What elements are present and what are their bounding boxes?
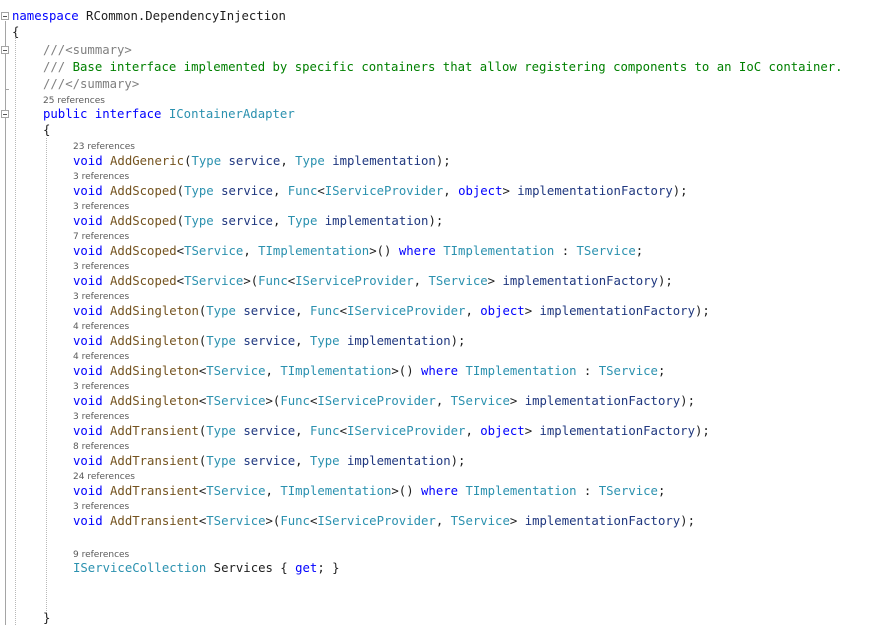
- method-signature: <TService>(Func<IServiceProvider, TServi…: [198, 514, 695, 528]
- return-type: void: [73, 514, 103, 528]
- return-type: void: [73, 484, 103, 498]
- codelens-references[interactable]: 3 references: [73, 382, 129, 392]
- method-declaration: void AddTransient(Type service, Func<ISe…: [73, 424, 710, 439]
- codelens-references[interactable]: 24 references: [73, 472, 135, 482]
- method-signature: (Type service, Type implementation);: [176, 214, 444, 228]
- method-signature: (Type service, Type implementation);: [184, 154, 451, 168]
- method-signature: (Type service, Type implementation);: [198, 454, 466, 468]
- namespace-open-brace: {: [12, 25, 20, 39]
- interface-open-brace: {: [43, 123, 51, 137]
- codelens-references[interactable]: 25 references: [43, 96, 105, 106]
- method-signature: <TService>(Func<IServiceProvider, TServi…: [176, 274, 673, 288]
- codelens-references[interactable]: 3 references: [73, 502, 129, 512]
- method-signature: <TService>(Func<IServiceProvider, TServi…: [198, 394, 695, 408]
- method-declaration: void AddTransient<TService, TImplementat…: [73, 484, 665, 499]
- method-signature: (Type service, Func<IServiceProvider, ob…: [176, 184, 688, 198]
- indent-guide: [15, 38, 16, 625]
- codelens-references[interactable]: 7 references: [73, 232, 129, 242]
- code-editor[interactable]: namespace RCommon.DependencyInjection { …: [0, 0, 881, 627]
- indent-guide: [46, 138, 47, 615]
- return-type: void: [73, 454, 103, 468]
- method-name: AddTransient: [110, 424, 199, 438]
- method-name: AddSingleton: [110, 364, 199, 378]
- doc-summary-text: /// Base interface implemented by specif…: [43, 60, 843, 74]
- codelens-references[interactable]: 3 references: [73, 172, 129, 182]
- method-signature: <TService, TImplementation>() where TImp…: [198, 484, 666, 498]
- method-name: AddSingleton: [110, 304, 199, 318]
- collapse-namespace-icon[interactable]: [1, 12, 9, 20]
- method-name: AddGeneric: [110, 154, 185, 168]
- method-name: AddTransient: [110, 454, 199, 468]
- method-declaration: void AddTransient(Type service, Type imp…: [73, 454, 465, 469]
- return-type: void: [73, 364, 103, 378]
- doc-summary-open: ///<summary>: [43, 43, 132, 57]
- method-declaration: void AddScoped<TService>(Func<IServicePr…: [73, 274, 673, 289]
- method-signature: (Type service, Func<IServiceProvider, ob…: [198, 304, 710, 318]
- return-type: void: [73, 424, 103, 438]
- return-type: void: [73, 154, 103, 168]
- return-type: void: [73, 304, 103, 318]
- method-name: AddTransient: [110, 514, 199, 528]
- interface-close-brace: }: [43, 611, 51, 625]
- return-type: void: [73, 184, 103, 198]
- codelens-references[interactable]: 4 references: [73, 352, 129, 362]
- method-declaration: void AddGeneric(Type service, Type imple…: [73, 154, 451, 169]
- method-signature: <TService, TImplementation>() where TImp…: [198, 364, 666, 378]
- method-name: AddTransient: [110, 484, 199, 498]
- property-declaration: IServiceCollection Services { get; }: [73, 561, 340, 575]
- return-type: void: [73, 334, 103, 348]
- return-type: void: [73, 394, 103, 408]
- method-declaration: void AddScoped(Type service, Type implem…: [73, 214, 443, 229]
- method-declaration: void AddSingleton<TService>(Func<IServic…: [73, 394, 695, 409]
- method-declaration: void AddTransient<TService>(Func<IServic…: [73, 514, 695, 529]
- method-declaration: void AddSingleton(Type service, Type imp…: [73, 334, 465, 349]
- collapse-summary-icon[interactable]: [1, 46, 9, 54]
- codelens-references[interactable]: 3 references: [73, 202, 129, 212]
- namespace-declaration: namespace RCommon.DependencyInjection: [12, 9, 286, 23]
- method-signature: (Type service, Func<IServiceProvider, ob…: [198, 424, 710, 438]
- codelens-references[interactable]: 8 references: [73, 442, 129, 452]
- method-name: AddScoped: [110, 184, 177, 198]
- return-type: void: [73, 274, 103, 288]
- codelens-references[interactable]: 9 references: [73, 550, 129, 560]
- codelens-references[interactable]: 3 references: [73, 262, 129, 272]
- codelens-references[interactable]: 23 references: [73, 142, 135, 152]
- method-name: AddScoped: [110, 274, 177, 288]
- codelens-references[interactable]: 3 references: [73, 292, 129, 302]
- method-declaration: void AddScoped(Type service, Func<IServi…: [73, 184, 688, 199]
- codelens-references[interactable]: 3 references: [73, 412, 129, 422]
- codelens-references[interactable]: 4 references: [73, 322, 129, 332]
- return-type: void: [73, 244, 103, 258]
- collapse-interface-icon[interactable]: [1, 110, 9, 118]
- method-name: AddScoped: [110, 244, 177, 258]
- method-name: AddSingleton: [110, 334, 199, 348]
- method-name: AddSingleton: [110, 394, 199, 408]
- interface-declaration: public interface IContainerAdapter: [43, 107, 295, 121]
- method-declaration: void AddSingleton(Type service, Func<ISe…: [73, 304, 710, 319]
- method-declaration: void AddScoped<TService, TImplementation…: [73, 244, 643, 259]
- outline-tick: [5, 89, 9, 90]
- return-type: void: [73, 214, 103, 228]
- doc-summary-close: ///</summary>: [43, 77, 140, 91]
- method-signature: (Type service, Type implementation);: [198, 334, 466, 348]
- method-name: AddScoped: [110, 214, 177, 228]
- method-signature: <TService, TImplementation>() where TImp…: [176, 244, 644, 258]
- method-declaration: void AddSingleton<TService, TImplementat…: [73, 364, 665, 379]
